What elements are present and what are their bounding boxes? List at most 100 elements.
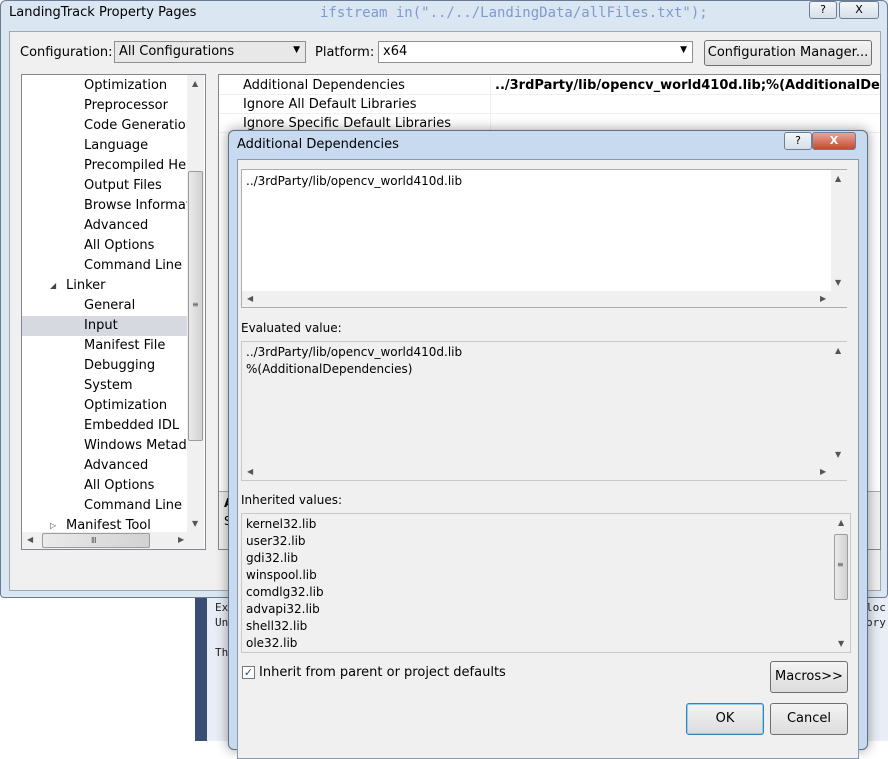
tree-item[interactable]: Windows Metada — [22, 436, 195, 456]
tree-item-label: Debugging — [84, 358, 156, 373]
evaluated-line: ../3rdParty/lib/opencv_world410d.lib — [246, 345, 463, 359]
tree-item-label: Language — [84, 138, 149, 153]
tree-item-label: Command Line — [84, 498, 183, 513]
platform-value: x64 — [383, 44, 408, 59]
tree-item-label: Command Line — [84, 258, 183, 273]
tree-item-label: Optimization — [84, 398, 168, 413]
configuration-label: Configuration: — [20, 45, 113, 60]
window-title: LandingTrack Property Pages — [9, 5, 197, 20]
tree-item[interactable]: Command Line — [22, 496, 187, 516]
property-name: Ignore All Default Libraries — [243, 95, 491, 114]
tree-item[interactable]: Manifest File — [22, 336, 187, 356]
inherit-checkbox-label[interactable]: Inherit from parent or project defaults — [259, 665, 506, 680]
evaluated-label: Evaluated value: — [241, 321, 342, 335]
editor-output-right: loc ory — [866, 601, 886, 629]
close-button[interactable]: X — [839, 1, 879, 19]
property-value[interactable]: ../3rdParty/lib/opencv_world410d.lib;%(A… — [495, 76, 880, 95]
inherited-values-list: kernel32.lib user32.lib gdi32.lib winspool.… — [241, 513, 851, 653]
tree-item-label: Manifest File — [84, 338, 166, 353]
inherited-value: advapi32.lib — [246, 602, 320, 616]
editor-code: ifstream in("../../LandingData/allFiles.… — [320, 5, 708, 21]
tree-item-label: General — [84, 298, 136, 313]
dialog-close-button[interactable]: X — [812, 132, 856, 150]
tree-item-label: Output Files — [84, 178, 162, 193]
tree-item-label: Manifest Tool — [66, 518, 151, 533]
dialog-help-button[interactable]: ? — [784, 132, 812, 150]
property-name: Additional Dependencies — [243, 76, 491, 95]
tree-item[interactable]: Preprocessor — [22, 96, 187, 116]
tree-item[interactable]: All Options — [22, 476, 187, 496]
inherited-value: comdlg32.lib — [246, 585, 324, 599]
inherited-value: gdi32.lib — [246, 551, 298, 565]
grid-row[interactable]: Ignore All Default Libraries — [219, 95, 880, 114]
tree-item[interactable]: General — [22, 296, 187, 316]
tree-item-label: All Options — [84, 478, 155, 493]
tree-item[interactable]: Command Line — [22, 256, 187, 276]
editor-output-left: Ex Un Th — [215, 601, 229, 659]
scroll-thumb[interactable]: Ⅲ — [42, 533, 150, 548]
tree-item-label: All Options — [84, 238, 155, 253]
chevron-down-icon: ▼ — [293, 45, 300, 55]
grid-row[interactable]: Additional Dependencies ../3rdParty/lib/o… — [219, 76, 880, 95]
tree-item[interactable]: All Options — [22, 236, 187, 256]
tree-item-label: Input — [84, 318, 118, 333]
tree-item[interactable]: Advanced — [22, 216, 187, 236]
tree-item[interactable]: Optimization — [22, 76, 187, 96]
cancel-button[interactable]: Cancel — [770, 703, 848, 735]
configuration-manager-button[interactable]: Configuration Manager... — [704, 40, 872, 66]
inherited-value: winspool.lib — [246, 568, 317, 582]
scroll-thumb[interactable]: ≡ — [188, 171, 203, 441]
tree-item[interactable]: Input — [22, 316, 187, 336]
inherited-value: user32.lib — [246, 534, 306, 548]
tree-item[interactable]: Debugging — [22, 356, 187, 376]
tree-item-label: Embedded IDL — [84, 418, 180, 433]
inherited-value: shell32.lib — [246, 619, 308, 633]
tree-item[interactable]: Browse Informatio — [22, 196, 202, 216]
evaluated-line: %(AdditionalDependencies) — [246, 362, 413, 376]
expander-icon[interactable]: ◢ — [50, 276, 56, 296]
inherited-vertical-scrollbar[interactable]: ▲ ≡ ▼ — [833, 514, 850, 652]
additional-dependencies-dialog: Additional Dependencies ? X ../3rdParty/… — [228, 130, 868, 759]
platform-combo[interactable]: x64 ▼ — [378, 41, 693, 63]
macros-button[interactable]: Macros>> — [770, 661, 848, 693]
tree-item-label: Code Generation — [84, 118, 194, 133]
inherited-value: kernel32.lib — [246, 517, 317, 531]
inherited-label: Inherited values: — [241, 493, 342, 507]
tree-item[interactable]: Code Generation — [22, 116, 194, 136]
tree-horizontal-scrollbar[interactable]: ◀ Ⅲ ▶ — [22, 532, 204, 549]
dependencies-input[interactable]: ../3rdParty/lib/opencv_world410d.lib ▲ ▼ … — [241, 169, 847, 308]
tree-vertical-scrollbar[interactable]: ▲ ≡ ▼ — [187, 75, 204, 532]
tree-item-label: Optimization — [84, 78, 168, 93]
inherit-checkbox[interactable]: ✓ — [242, 666, 255, 679]
tree-item[interactable]: ◢ Linker — [22, 276, 187, 296]
evaluated-vertical-scrollbar[interactable]: ▲ ▼ — [831, 342, 847, 464]
tree-item[interactable]: Output Files — [22, 176, 187, 196]
platform-label: Platform: — [315, 45, 375, 60]
input-text: ../3rdParty/lib/opencv_world410d.lib — [246, 174, 463, 188]
configuration-value: All Configurations — [119, 44, 235, 59]
tree-item-label: Advanced — [84, 218, 149, 233]
tree-item-label: System — [84, 378, 133, 393]
tree-item[interactable]: Precompiled Head — [22, 156, 202, 176]
evaluated-value-box: ../3rdParty/lib/opencv_world410d.lib %(A… — [241, 341, 847, 481]
input-horizontal-scrollbar[interactable]: ◀ ▶ — [242, 291, 847, 307]
tree-item[interactable]: Optimization — [22, 396, 187, 416]
evaluated-horizontal-scrollbar[interactable]: ◀ ▶ — [242, 464, 847, 480]
tree-item[interactable]: Embedded IDL — [22, 416, 187, 436]
tree-item[interactable]: Advanced — [22, 456, 187, 476]
dialog-title: Additional Dependencies — [237, 137, 399, 152]
tree-item-label: Windows Metada — [84, 438, 195, 453]
tree-item-label: Linker — [66, 278, 106, 293]
chevron-down-icon: ▼ — [680, 45, 687, 55]
tree-item-label: Precompiled Head — [84, 158, 203, 173]
tree-item[interactable]: Language — [22, 136, 187, 156]
scroll-thumb[interactable]: ≡ — [834, 534, 848, 600]
configuration-combo[interactable]: All Configurations ▼ — [114, 41, 306, 63]
input-vertical-scrollbar[interactable]: ▲ ▼ — [831, 170, 847, 291]
tree-item-label: Advanced — [84, 458, 149, 473]
tree-item[interactable]: System — [22, 376, 187, 396]
ok-button[interactable]: OK — [686, 703, 764, 735]
inherited-value: ole32.lib — [246, 636, 298, 650]
help-button[interactable]: ? — [809, 1, 837, 19]
property-tree: Optimization Preprocessor Code Generation L… — [21, 74, 206, 550]
